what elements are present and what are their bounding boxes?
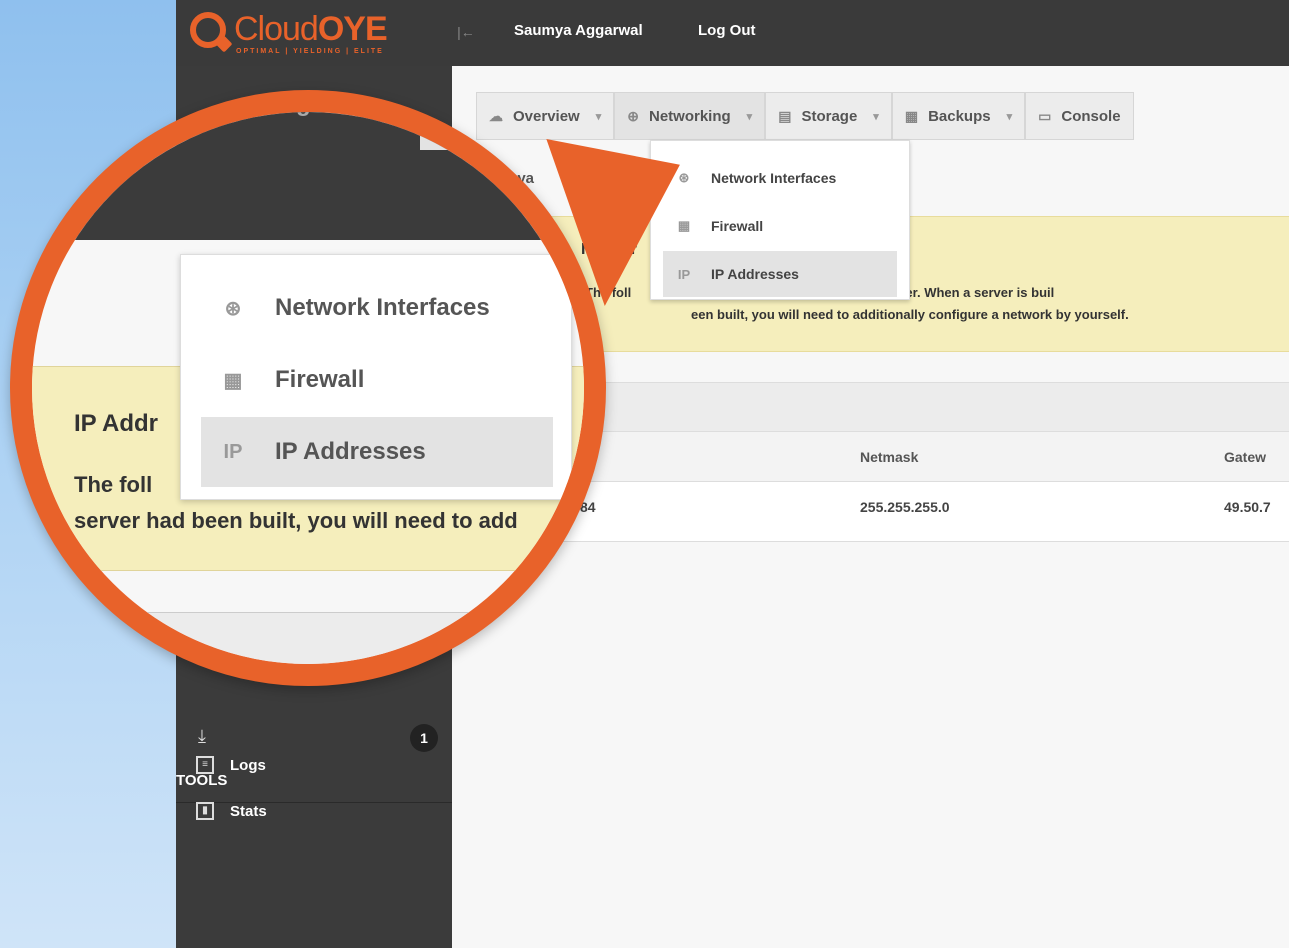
logo-tagline: OPTIMAL | YIELDING | ELITE [236,48,384,55]
disk-icon: ▤ [778,107,792,124]
firewall-icon: ▦ [677,218,691,233]
tab-backups[interactable]: ▦ Backups ▾ [891,92,1026,140]
count-badge: 1 [410,724,438,752]
sidebar-item-logs[interactable]: ≡ Logs [196,756,266,774]
tab-storage[interactable]: ▤ Storage ▾ [765,92,892,140]
chevron-down-icon[interactable]: ▾ [747,110,753,123]
menu-item-network-interfaces[interactable]: ⊛ Network Interfaces [663,155,897,201]
info-text-line2: een built, you will need to additionally… [691,307,1129,322]
tab-label: Backups [928,107,991,125]
magnified-menu-label: Firewall [275,366,365,393]
menu-item-label: Network Interfaces [711,170,837,186]
magnified-menu-item-network-interfaces[interactable]: ⊛ Network Interfaces [201,273,553,343]
logout-link[interactable]: Log Out [698,22,755,39]
logo-mark-icon [190,12,226,48]
top-bar: CloudOYE OPTIMAL | YIELDING | ELITE |← S… [176,0,1289,66]
magnified-dropdown-menu: ⊛ Network Interfaces ▦ Firewall IP IP Ad… [180,254,572,500]
monitor-icon: ▭ [1038,107,1052,124]
tab-label: Networking [648,107,731,125]
magnified-info-text2: server had been built, you will need to … [74,508,518,533]
sidebar-item-stats[interactable]: ▮ Stats [196,802,267,820]
tab-label: Storage [801,107,858,125]
chevron-down-icon[interactable]: ▾ [1007,110,1013,123]
menu-item-ip-addresses[interactable]: IP IP Addresses [663,251,897,297]
tab-networking[interactable]: ⊕ Networking ▾ [614,92,766,140]
magnified-menu-item-ip-addresses[interactable]: IP IP Addresses [201,417,553,487]
network-icon: ⊛ [224,297,242,320]
magnified-menu-label: IP Addresses [275,438,426,465]
sidebar-item-label: Logs [230,756,266,774]
menu-item-firewall[interactable]: ▦ Firewall [663,203,897,249]
tab-label: Console [1061,107,1121,125]
magnified-menu-label: Network Interfaces [275,294,490,321]
cloudoye-logo[interactable]: CloudOYE OPTIMAL | YIELDING | ELITE [176,0,452,66]
menu-item-label: IP Addresses [711,266,799,282]
ip-icon: IP [223,440,243,463]
menu-item-label: Firewall [711,218,764,234]
networking-dropdown-menu: ⊛ Network Interfaces ▦ Firewall IP IP Ad… [650,140,910,300]
user-name-link[interactable]: Saumya Aggarwal [514,22,643,39]
logo-wordmark: CloudOYE [234,10,388,48]
magnified-menu-item-firewall[interactable]: ▦ Firewall [201,345,553,415]
gateway-cell: 49.50.7 [1224,499,1271,515]
sidebar-item-label: Stats [230,802,267,820]
chevron-down-icon[interactable]: ▾ [873,110,879,123]
tools-heading: TOOLS [176,772,228,789]
ip-icon: IP [677,266,691,282]
backup-icon: ▦ [904,107,919,124]
gateway-header[interactable]: Gatew [1224,432,1266,482]
download-icon[interactable]: ⤓ [198,726,206,747]
zoom-magnifier: Networking IP Addr er The foll d t serve… [10,90,606,686]
magnified-info-text: The foll [74,472,153,497]
magnified-info-title: IP Addr [74,410,159,437]
magnified-header: Networking [32,112,584,240]
network-icon: ⊛ [678,170,690,185]
netmask-header[interactable]: Netmask [860,432,918,482]
stats-icon: ▮ [196,802,214,820]
tab-console[interactable]: ▭ Console [1025,92,1134,140]
magnified-view: Networking IP Addr er The foll d t serve… [32,112,584,664]
logs-icon: ≡ [196,756,214,774]
firewall-icon: ▦ [223,369,243,392]
magnified-section-title: ses [80,630,124,660]
netmask-cell: 255.255.255.0 [860,499,950,515]
globe-icon: ⊕ [627,107,639,124]
collapse-sidebar-icon[interactable]: |← [454,18,478,46]
table-row[interactable]: 84 255.255.255.0 49.50.7 [476,482,1289,542]
